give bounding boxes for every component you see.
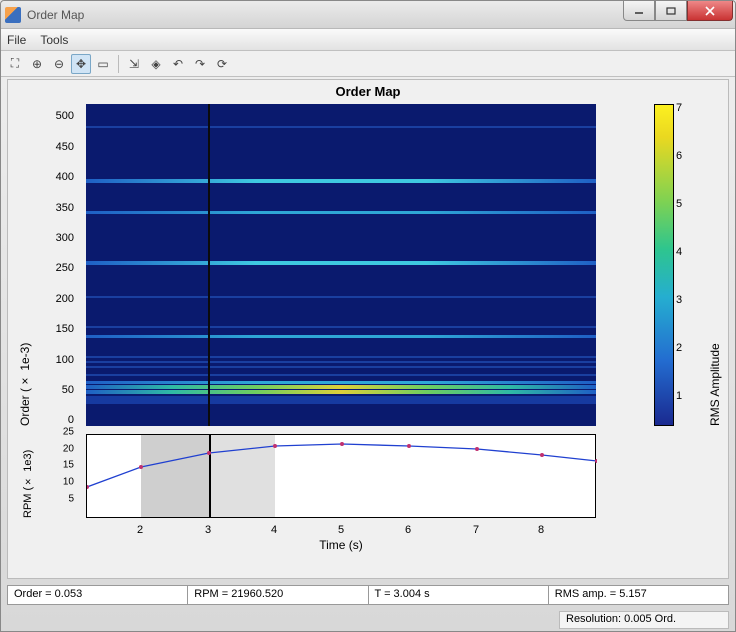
y-tick: 150: [56, 323, 74, 335]
layers-icon[interactable]: ◈: [146, 54, 166, 74]
cb-tick: 1: [676, 390, 682, 402]
rpm-y-axis: 5 10 15 20 25: [8, 434, 80, 518]
rotate-icon[interactable]: ⟳: [212, 54, 232, 74]
y-tick: 100: [56, 354, 74, 366]
rpm-subplot[interactable]: [86, 434, 596, 518]
app-window: Order Map File Tools ⛶ ⊕ ⊖ ✥ ▭ ⇲ ◈ ↶ ↷ ⟳…: [0, 0, 736, 632]
toolbar: ⛶ ⊕ ⊖ ✥ ▭ ⇲ ◈ ↶ ↷ ⟳: [1, 51, 735, 77]
redo-icon[interactable]: ↷: [190, 54, 210, 74]
menu-tools[interactable]: Tools: [40, 33, 68, 47]
close-button[interactable]: [687, 1, 733, 21]
y-tick: 400: [56, 171, 74, 183]
status-order: Order = 0.053: [8, 586, 188, 604]
time-cursor[interactable]: [208, 104, 210, 426]
toolbar-separator: [118, 55, 119, 73]
y-axis-label: Order (× 1e-3): [18, 104, 32, 426]
collapse-icon[interactable]: ⇲: [124, 54, 144, 74]
x-tick: 7: [473, 524, 479, 536]
rpm-y-tick: 15: [63, 460, 74, 471]
status-rpm: RPM = 21960.520: [188, 586, 368, 604]
y-tick: 350: [56, 202, 74, 214]
status-bar: Order = 0.053 RPM = 21960.520 T = 3.004 …: [7, 585, 729, 605]
cb-tick: 3: [676, 294, 682, 306]
undo-icon[interactable]: ↶: [168, 54, 188, 74]
minimize-button[interactable]: [623, 1, 655, 21]
cb-tick: 2: [676, 342, 682, 354]
y-tick: 250: [56, 262, 74, 274]
zoom-in-icon[interactable]: ⊕: [27, 54, 47, 74]
window-title: Order Map: [27, 8, 84, 22]
cb-tick: 4: [676, 246, 682, 258]
y-tick: 500: [56, 110, 74, 122]
x-tick: 2: [137, 524, 143, 536]
window-controls: [623, 1, 733, 21]
zoom-out-icon[interactable]: ⊖: [49, 54, 69, 74]
x-tick: 3: [205, 524, 211, 536]
y-tick: 300: [56, 232, 74, 244]
colorbar-label: RMS Amplitude: [708, 104, 722, 426]
app-icon: [5, 7, 21, 23]
status-rms: RMS amp. = 5.157: [549, 586, 728, 604]
cb-tick: 5: [676, 198, 682, 210]
colorbar-ticks: 1 2 3 4 5 6 7: [676, 104, 692, 426]
pan-icon[interactable]: ✥: [71, 54, 91, 74]
rpm-y-tick: 10: [63, 477, 74, 488]
menubar: File Tools: [1, 29, 735, 51]
fit-icon[interactable]: ⛶: [5, 54, 25, 74]
figure-area: Order Map: [7, 79, 729, 579]
cb-tick: 6: [676, 150, 682, 162]
rpm-y-tick: 25: [63, 427, 74, 438]
y-tick: 50: [62, 384, 74, 396]
data-cursor-icon[interactable]: ▭: [93, 54, 113, 74]
rpm-y-label: RPM (× 1e3): [22, 434, 34, 518]
x-tick: 5: [338, 524, 344, 536]
titlebar: Order Map: [1, 1, 735, 29]
menu-file[interactable]: File: [7, 33, 26, 47]
x-tick: 8: [538, 524, 544, 536]
status-time: T = 3.004 s: [369, 586, 549, 604]
y-tick: 200: [56, 293, 74, 305]
maximize-button[interactable]: [655, 1, 687, 21]
x-tick: 4: [271, 524, 277, 536]
resolution-label: Resolution: 0.005 Ord.: [559, 611, 729, 629]
x-tick: 6: [405, 524, 411, 536]
order-map-heatmap[interactable]: [86, 104, 596, 426]
y-tick: 0: [68, 414, 74, 426]
cb-tick: 7: [676, 102, 682, 114]
y-tick: 450: [56, 141, 74, 153]
rpm-y-tick: 5: [68, 494, 74, 505]
x-axis-label: Time (s): [86, 538, 596, 552]
chart-title: Order Map: [8, 84, 728, 99]
colorbar[interactable]: [654, 104, 674, 426]
rpm-y-tick: 20: [63, 444, 74, 455]
